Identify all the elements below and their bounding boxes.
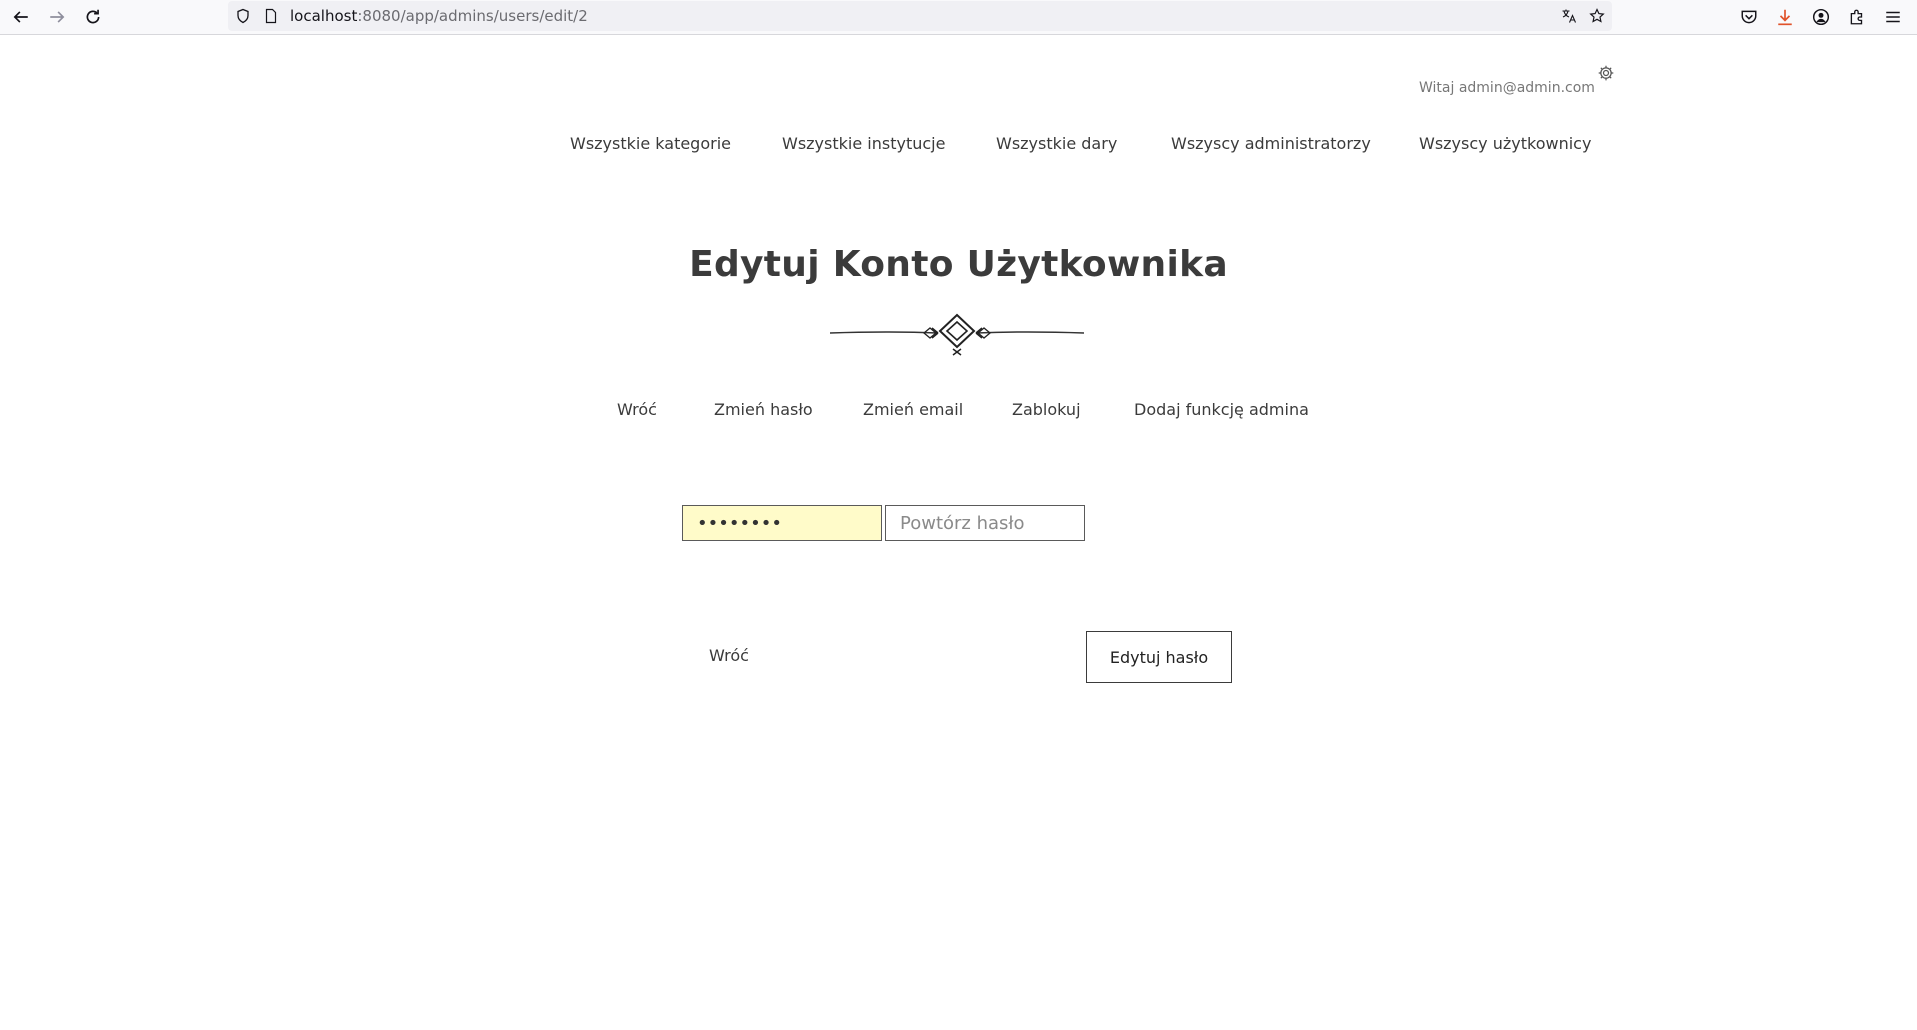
page-title: Edytuj Konto Użytkownika <box>689 244 1228 285</box>
url-bar[interactable]: localhost:8080/app/admins/users/edit/2 <box>228 1 1612 31</box>
menu-icon[interactable] <box>1880 4 1906 30</box>
nav-all-users[interactable]: Wszyscy użytkownicy <box>1419 134 1591 153</box>
action-block[interactable]: Zablokuj <box>1012 400 1081 419</box>
edit-password-button[interactable]: Edytuj hasło <box>1086 631 1232 683</box>
download-icon[interactable] <box>1772 4 1798 30</box>
action-add-admin-role[interactable]: Dodaj funkcję admina <box>1134 400 1309 419</box>
ornament-divider-icon <box>828 311 1086 357</box>
extensions-icon[interactable] <box>1844 4 1870 30</box>
url-text[interactable]: localhost:8080/app/admins/users/edit/2 <box>290 7 588 25</box>
nav-all-categories[interactable]: Wszystkie kategorie <box>570 134 731 153</box>
forward-arrow-icon[interactable] <box>44 4 70 30</box>
action-change-password[interactable]: Zmień hasło <box>714 400 813 419</box>
page-icon[interactable] <box>262 7 280 25</box>
repeat-password-field[interactable] <box>885 505 1085 541</box>
pocket-icon[interactable] <box>1736 4 1762 30</box>
translate-icon[interactable] <box>1560 7 1578 25</box>
back-link[interactable]: Wróć <box>709 646 749 665</box>
account-actions: Wróć Zmień hasło Zmień email Zablokuj Do… <box>0 400 1917 424</box>
main-nav: Wszystkie kategorie Wszystkie instytucje… <box>0 134 1917 158</box>
star-icon[interactable] <box>1588 7 1606 25</box>
action-change-email[interactable]: Zmień email <box>863 400 963 419</box>
greeting-text: Witaj admin@admin.com <box>1419 80 1595 96</box>
browser-toolbar: localhost:8080/app/admins/users/edit/2 <box>0 0 1917 35</box>
password-field[interactable] <box>682 505 882 541</box>
url-host: localhost <box>290 7 358 25</box>
account-icon[interactable] <box>1808 4 1834 30</box>
url-path: :8080/app/admins/users/edit/2 <box>357 7 588 25</box>
reload-icon[interactable] <box>80 4 106 30</box>
action-back[interactable]: Wróć <box>617 400 657 419</box>
nav-all-donations[interactable]: Wszystkie dary <box>996 134 1117 153</box>
gear-icon[interactable] <box>1597 64 1615 82</box>
shield-icon[interactable] <box>234 7 252 25</box>
nav-all-institutions[interactable]: Wszystkie instytucje <box>782 134 945 153</box>
nav-all-admins[interactable]: Wszyscy administratorzy <box>1171 134 1371 153</box>
back-arrow-icon[interactable] <box>8 4 34 30</box>
